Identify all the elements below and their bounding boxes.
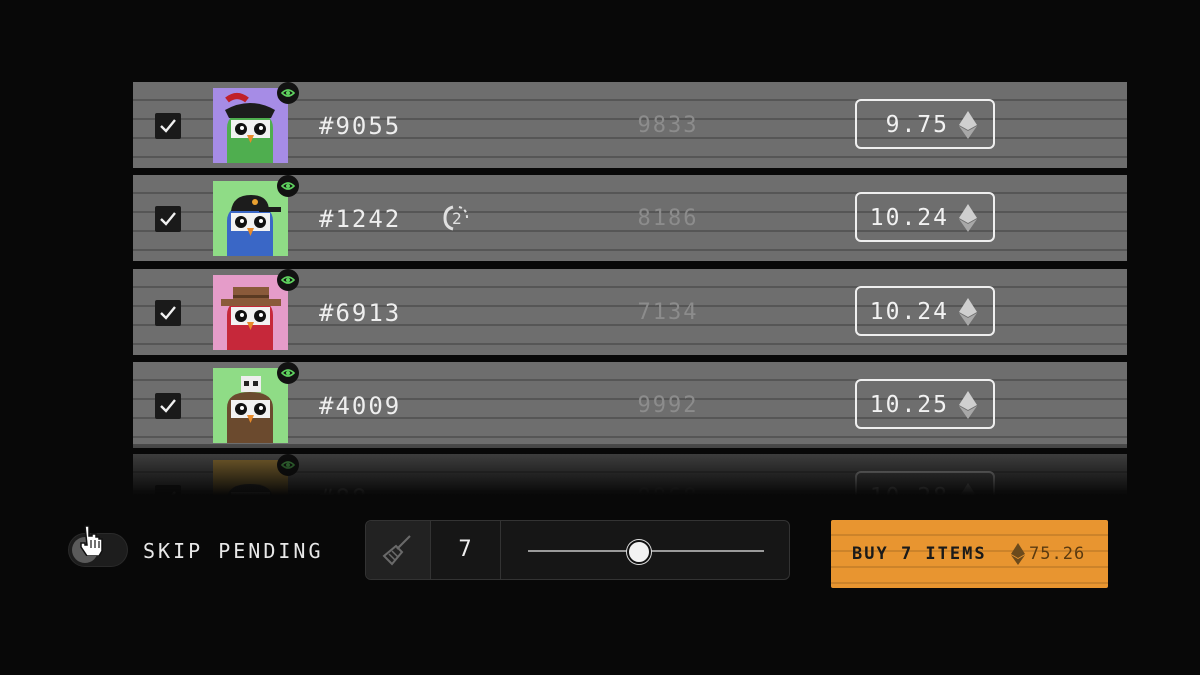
sweep-button[interactable] [366, 521, 431, 579]
eth-icon [959, 111, 977, 139]
hand-cursor-icon [80, 525, 103, 556]
sweep-control: 7 [365, 520, 790, 580]
verified-eye-icon [277, 269, 299, 291]
table-row[interactable]: #4009 9992 10.25 [133, 362, 1127, 448]
select-checkbox[interactable] [155, 113, 181, 139]
select-checkbox[interactable] [155, 206, 181, 232]
token-id: #1242 [319, 205, 402, 233]
listing-table: #9055 9833 9.75 #1242 2 8186 10.24 #6913 7134 10.… [133, 82, 1127, 502]
price-value: 9.75 [885, 112, 949, 138]
eth-icon [959, 204, 977, 232]
pending-icon: 2 [443, 205, 468, 231]
skip-pending-label: SKIP PENDING [143, 539, 324, 563]
eth-icon [959, 298, 977, 326]
rarity-rank: 9833 [637, 113, 699, 138]
sweep-count-input[interactable]: 7 [430, 521, 501, 579]
eth-icon [959, 391, 977, 419]
verified-eye-icon [277, 175, 299, 197]
list-fade-overlay [133, 444, 1127, 502]
svg-text:2: 2 [452, 209, 462, 228]
rarity-rank: 8186 [637, 206, 699, 231]
verified-eye-icon [277, 82, 299, 104]
sweep-slider-thumb[interactable] [627, 540, 651, 564]
price-input[interactable]: 10.24 [855, 192, 995, 242]
table-row[interactable]: #1242 2 8186 10.24 [133, 175, 1127, 261]
nft-avatar[interactable] [213, 175, 299, 256]
checkbox-checked-icon [160, 399, 176, 413]
nft-avatar[interactable] [213, 82, 299, 163]
select-checkbox[interactable] [155, 300, 181, 326]
select-checkbox[interactable] [155, 393, 181, 419]
nft-avatar[interactable] [213, 269, 299, 350]
price-input[interactable]: 10.24 [855, 286, 995, 336]
table-row[interactable]: #6913 7134 10.24 [133, 269, 1127, 355]
rarity-rank: 7134 [637, 300, 699, 325]
buy-total-price: 75.26 [1029, 544, 1086, 564]
price-value: 10.24 [869, 299, 949, 325]
token-id: #4009 [319, 392, 402, 420]
table-row[interactable]: #9055 9833 9.75 [133, 82, 1127, 168]
price-value: 10.25 [869, 392, 949, 418]
rarity-rank: 9992 [637, 393, 699, 418]
checkbox-checked-icon [160, 212, 176, 226]
broom-icon [382, 535, 411, 566]
checkbox-checked-icon [160, 119, 176, 133]
price-input[interactable]: 9.75 [855, 99, 995, 149]
checkbox-checked-icon [160, 306, 176, 320]
verified-eye-icon [277, 362, 299, 384]
price-value: 10.24 [869, 205, 949, 231]
buy-button-label: BUY 7 ITEMS [852, 544, 987, 564]
nft-avatar[interactable] [213, 362, 299, 443]
token-id: #6913 [319, 299, 402, 327]
token-id: #9055 [319, 112, 402, 140]
buy-items-button[interactable]: BUY 7 ITEMS 75.26 [831, 520, 1108, 588]
eth-icon [1011, 543, 1025, 565]
price-input[interactable]: 10.25 [855, 379, 995, 429]
